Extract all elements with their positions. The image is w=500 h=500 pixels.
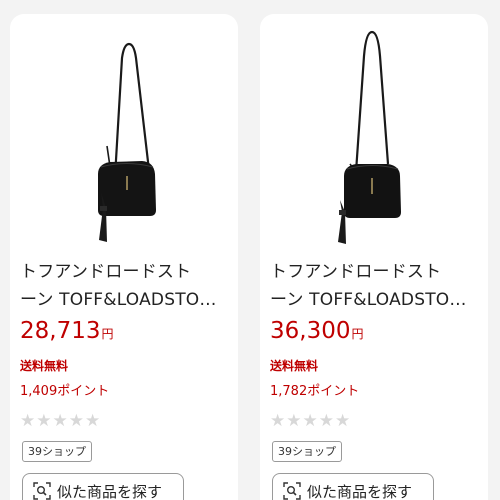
price-value: 28,713 [20, 318, 101, 344]
price-currency: 円 [101, 327, 114, 341]
product-price: 36,300円 [270, 316, 364, 349]
points-label: 1,409ポイント [20, 384, 110, 399]
product-image[interactable] [260, 14, 488, 252]
find-similar-button[interactable]: 似た商品を探す [272, 473, 434, 500]
rating-stars: ★★★★★ [270, 411, 352, 431]
product-card[interactable]: トフアンドロードスト ーン TOFF&LOADSTO… 28,713円 送料無料… [10, 14, 238, 500]
product-grid: トフアンドロードスト ーン TOFF&LOADSTO… 28,713円 送料無料… [0, 0, 500, 500]
find-similar-label: 似た商品を探す [57, 482, 163, 500]
rating-stars: ★★★★★ [20, 411, 102, 431]
shop-badge: 39ショップ [272, 441, 342, 462]
product-title[interactable]: トフアンドロードスト ーン TOFF&LOADSTO… [20, 258, 234, 314]
image-search-icon [283, 482, 301, 500]
shop-badge: 39ショップ [22, 441, 92, 462]
find-similar-label: 似た商品を探す [307, 482, 413, 500]
points-label: 1,782ポイント [270, 384, 360, 399]
free-shipping-label: 送料無料 [270, 359, 319, 373]
price-value: 36,300 [270, 318, 351, 344]
image-search-icon [33, 482, 51, 500]
product-card[interactable]: トフアンドロードスト ーン TOFF&LOADSTO… 36,300円 送料無料… [260, 14, 488, 500]
product-price: 28,713円 [20, 316, 114, 349]
product-title[interactable]: トフアンドロードスト ーン TOFF&LOADSTO… [270, 258, 484, 314]
price-currency: 円 [351, 327, 364, 341]
find-similar-button[interactable]: 似た商品を探す [22, 473, 184, 500]
product-image[interactable] [10, 14, 238, 252]
free-shipping-label: 送料無料 [20, 359, 69, 373]
